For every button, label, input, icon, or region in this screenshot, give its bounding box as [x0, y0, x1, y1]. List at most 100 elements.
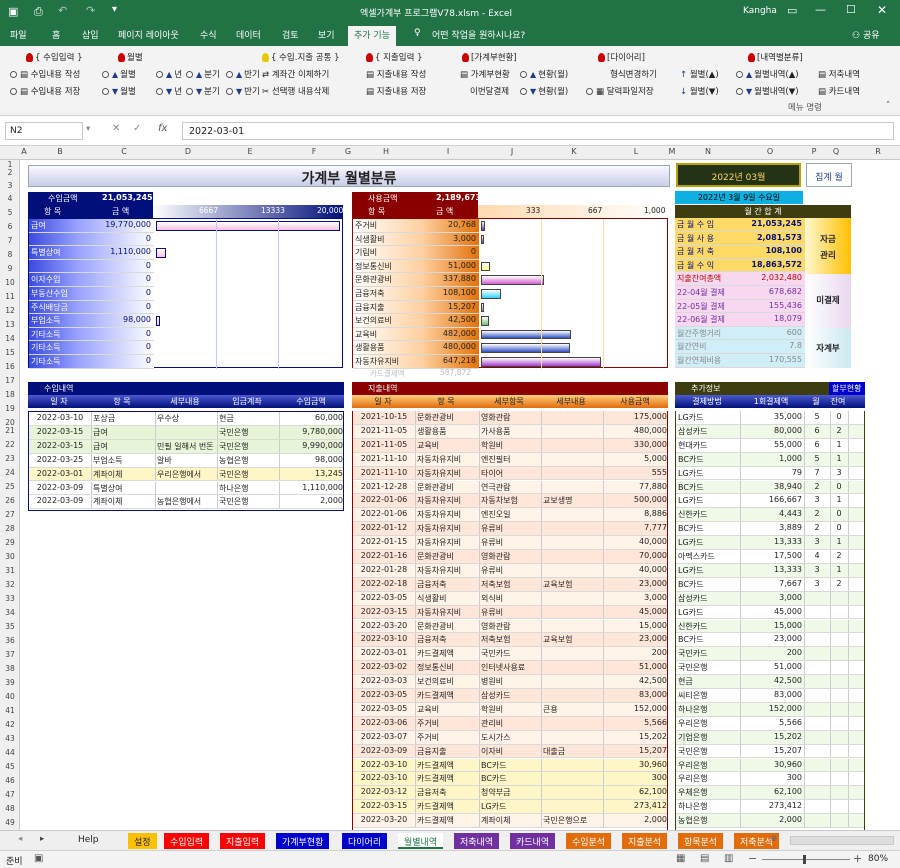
- row-header-47[interactable]: 47: [0, 790, 20, 799]
- row-header-40[interactable]: 40: [0, 692, 20, 701]
- row-header-25[interactable]: 25: [0, 482, 20, 491]
- maximize-icon[interactable]: ☐: [846, 3, 856, 16]
- horizontal-scrollbar[interactable]: [790, 836, 894, 845]
- savings-detail-button[interactable]: ▤ 저축내역: [818, 68, 860, 80]
- format-change-button[interactable]: 형식변경하기: [610, 68, 657, 80]
- row-header-33[interactable]: 33: [0, 594, 20, 603]
- sheet-tab-11[interactable]: 지출분석: [622, 833, 668, 849]
- sheet-tab-6[interactable]: 다이어리: [342, 833, 388, 849]
- sort-monthly-down[interactable]: ▼ 월별: [102, 85, 136, 97]
- column-header-p[interactable]: P: [808, 147, 820, 156]
- row-header-10[interactable]: 10: [0, 278, 20, 287]
- income-save-button[interactable]: ▤ 수입내용 저장: [10, 85, 80, 97]
- transfer-button[interactable]: ⇄ 계좌간 이체하기: [262, 68, 329, 80]
- row-header-49[interactable]: 49: [0, 818, 20, 827]
- expense-write-button[interactable]: ▤ 지출내용 작성: [366, 68, 426, 80]
- this-month-payment-button[interactable]: 이번달결제: [470, 85, 509, 97]
- row-header-46[interactable]: 46: [0, 776, 20, 785]
- minimize-icon[interactable]: —: [815, 3, 826, 16]
- name-box-dropdown-icon[interactable]: ▾: [86, 124, 90, 134]
- row-header-43[interactable]: 43: [0, 734, 20, 743]
- row-header-2[interactable]: 2: [0, 168, 20, 177]
- sort-quarter-up[interactable]: ▲ 분기: [186, 68, 220, 80]
- column-header-q[interactable]: Q: [830, 147, 842, 156]
- row-header-42[interactable]: 42: [0, 720, 20, 729]
- row-header-4[interactable]: 4: [0, 194, 20, 203]
- card-detail-button[interactable]: ▤ 카드내역: [818, 85, 860, 97]
- row-header-24[interactable]: 24: [0, 468, 20, 477]
- formula-input[interactable]: 2022-03-01: [182, 122, 894, 140]
- column-header-j[interactable]: J: [506, 147, 518, 156]
- income-write-button[interactable]: ▤ 수입내용 작성: [10, 68, 80, 80]
- quick-access-menu-icon[interactable]: ▾: [112, 4, 117, 15]
- row-header-8[interactable]: 8: [0, 250, 20, 259]
- name-box[interactable]: N2: [5, 122, 83, 140]
- sort-monthly-up[interactable]: ▲ 월별: [102, 68, 136, 80]
- tab-data[interactable]: 데이터: [236, 28, 261, 41]
- sheet-tab-1[interactable]: Help: [72, 833, 105, 849]
- column-header-l[interactable]: L: [630, 147, 642, 156]
- tab-insert[interactable]: 삽입: [82, 28, 99, 41]
- insert-function-icon[interactable]: fx: [158, 123, 167, 134]
- column-header-m[interactable]: M: [666, 147, 678, 156]
- zoom-level[interactable]: 80%: [868, 854, 888, 864]
- row-header-18[interactable]: 18: [0, 390, 20, 399]
- user-name[interactable]: Kangha: [743, 6, 777, 16]
- row-header-16[interactable]: 16: [0, 362, 20, 371]
- row-header-23[interactable]: 23: [0, 454, 20, 463]
- column-header-r[interactable]: R: [872, 147, 884, 156]
- zoom-in-icon[interactable]: +: [853, 852, 862, 865]
- row-header-48[interactable]: 48: [0, 804, 20, 813]
- column-header-h[interactable]: H: [380, 147, 392, 156]
- row-header-37[interactable]: 37: [0, 650, 20, 659]
- sort-half-up[interactable]: ▲ 반기: [226, 68, 260, 80]
- column-header-n[interactable]: N: [702, 147, 714, 156]
- sheet-tab-4[interactable]: 지출입력: [220, 833, 266, 849]
- enter-icon[interactable]: ✓: [133, 123, 141, 134]
- row-header-26[interactable]: 26: [0, 496, 20, 505]
- row-header-15[interactable]: 15: [0, 348, 20, 357]
- tell-me-icon[interactable]: ♀: [414, 28, 421, 38]
- sum-month-button[interactable]: 집계 월: [806, 163, 852, 187]
- zoom-out-icon[interactable]: −: [748, 852, 757, 865]
- row-header-39[interactable]: 39: [0, 678, 20, 687]
- row-header-21[interactable]: 21: [0, 426, 20, 435]
- row-header-35[interactable]: 35: [0, 622, 20, 631]
- sheet-tab-10[interactable]: 수입분석: [566, 833, 612, 849]
- save-icon[interactable]: ▣: [8, 5, 18, 18]
- row-header-45[interactable]: 45: [0, 762, 20, 771]
- worksheet[interactable]: 가계부 월별분류 2022년 03월 집계 월 2022년 3월 9일 수요일 …: [20, 160, 900, 830]
- delete-row-button[interactable]: ✂ 선택행 내용삭제: [262, 85, 329, 97]
- column-header-f[interactable]: F: [308, 147, 320, 156]
- column-header-c[interactable]: C: [118, 147, 130, 156]
- row-header-36[interactable]: 36: [0, 636, 20, 645]
- monthly-detail-up[interactable]: ▲ 월별내역(▲): [736, 68, 799, 80]
- add-sheet-icon[interactable]: ⊕: [770, 834, 777, 844]
- tell-me-input[interactable]: 어떤 작업을 원하시나요?: [432, 28, 525, 41]
- row-header-30[interactable]: 30: [0, 552, 20, 561]
- row-header-5[interactable]: 5: [0, 208, 20, 217]
- sort-year-down[interactable]: ▼ 년: [156, 85, 182, 97]
- page-layout-view-icon[interactable]: ▤: [700, 853, 709, 864]
- row-header-34[interactable]: 34: [0, 608, 20, 617]
- expense-save-button[interactable]: ▤ 지출내용 저장: [366, 85, 426, 97]
- row-header-29[interactable]: 29: [0, 538, 20, 547]
- row-header-22[interactable]: 22: [0, 440, 20, 449]
- sheet-tab-2[interactable]: 설정: [128, 833, 157, 849]
- sheet-tab-5[interactable]: 가계부현황: [276, 833, 330, 849]
- share-button[interactable]: ⚇ 공유: [852, 28, 880, 41]
- row-header-44[interactable]: 44: [0, 748, 20, 757]
- row-header-7[interactable]: 7: [0, 236, 20, 245]
- column-header-d[interactable]: D: [182, 147, 194, 156]
- undo-icon[interactable]: ↶: [58, 4, 67, 17]
- tab-review[interactable]: 검토: [282, 28, 299, 41]
- ribbon-display-icon[interactable]: ▭: [787, 4, 797, 17]
- row-header-12[interactable]: 12: [0, 306, 20, 315]
- collapse-ribbon-icon[interactable]: ˄: [886, 101, 890, 111]
- normal-view-icon[interactable]: ▦: [676, 853, 685, 864]
- status-month-up[interactable]: ▲ 현황(월): [520, 68, 568, 80]
- row-header-3[interactable]: 3: [0, 181, 20, 190]
- sort-half-down[interactable]: ▼ 반기: [226, 85, 260, 97]
- row-header-32[interactable]: 32: [0, 580, 20, 589]
- row-header-38[interactable]: 38: [0, 664, 20, 673]
